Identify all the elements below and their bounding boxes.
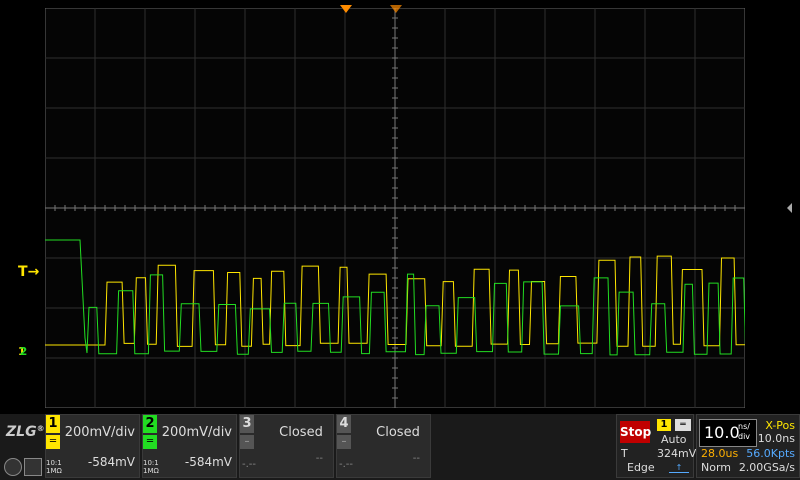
trigger-position-marker[interactable] (340, 5, 352, 13)
channel-3-block[interactable]: 3 – Closed -.-- -- (239, 414, 334, 478)
channel-3-offset-dash: -- (315, 453, 323, 464)
logo: ZLG® (6, 424, 45, 440)
usb-icon[interactable] (24, 458, 42, 476)
channel-2-number: 2 (143, 415, 157, 433)
channel-3-status: Closed (279, 425, 323, 440)
horizontal-center-marker (390, 5, 402, 13)
channel-1-scale: 200mV/div (64, 425, 135, 440)
run-stop-button[interactable]: Stop (620, 421, 651, 443)
trigger-source-badge: 1 (657, 419, 671, 431)
channel-4-offset-dash: -- (412, 453, 420, 464)
channel-1-number: 1 (46, 415, 60, 433)
channel-2-scale: 200mV/div (161, 425, 232, 440)
xpos-value: 10.0ns (757, 432, 795, 445)
rising-edge-icon: ↑ (669, 464, 689, 473)
trigger-coupling-icon: ═ (675, 419, 691, 431)
channel-3-number: 3 (240, 415, 254, 433)
channel-3-scale-dash: -.-- (242, 459, 257, 470)
trigger-level-marker[interactable]: T→ (18, 264, 39, 280)
channel-2-offset: -584mV (184, 455, 232, 469)
side-menu-arrow-icon[interactable] (787, 203, 792, 213)
acquisition-mode: Norm (701, 461, 732, 474)
channel-1-coupling-icon: ═ (46, 435, 60, 449)
channel-2-coupling-icon: ═ (143, 435, 157, 449)
channel-ground-markers[interactable]: 12 (18, 345, 27, 358)
ch2-ground-marker: 2 (19, 345, 28, 358)
timebase-scale[interactable]: 10.0 ns/ div (699, 419, 757, 447)
trigger-type-label: T (621, 447, 628, 460)
screenshot-icon[interactable] (4, 458, 22, 476)
channel-4-coupling-icon: – (337, 435, 351, 449)
waveform-display[interactable] (45, 8, 745, 408)
channel-1-impedance: 10:1 1MΩ (46, 459, 62, 475)
bottom-status-bar: ZLG® 1 ═ 10:1 1MΩ 200mV/div -584mV 2 ═ 10… (0, 414, 800, 480)
trigger-mode: Auto (661, 433, 687, 446)
xpos-label: X-Pos (765, 419, 795, 432)
channel-4-block[interactable]: 4 – Closed -.-- -- (336, 414, 431, 478)
channel-4-status: Closed (376, 425, 420, 440)
memory-depth: 56.0Kpts (746, 447, 795, 460)
channel-4-number: 4 (337, 415, 351, 433)
channel-2-impedance: 10:1 1MΩ (143, 459, 159, 475)
channel-1-offset: -584mV (87, 455, 135, 469)
channel-1-block[interactable]: 1 ═ 10:1 1MΩ 200mV/div -584mV (45, 414, 140, 478)
waveform-graticule (45, 8, 745, 408)
sample-rate: 2.00GSa/s (738, 461, 795, 474)
trigger-type: Edge (627, 461, 655, 474)
timebase-panel[interactable]: 10.0 ns/ div X-Pos 10.0ns 28.0us 56.0Kpt… (696, 414, 800, 478)
trigger-delay: 28.0us (701, 447, 739, 460)
channel-4-scale-dash: -.-- (339, 459, 354, 470)
trigger-level: 324mV (657, 447, 697, 460)
channel-2-block[interactable]: 2 ═ 10:1 1MΩ 200mV/div -584mV (142, 414, 237, 478)
channel-3-coupling-icon: – (240, 435, 254, 449)
